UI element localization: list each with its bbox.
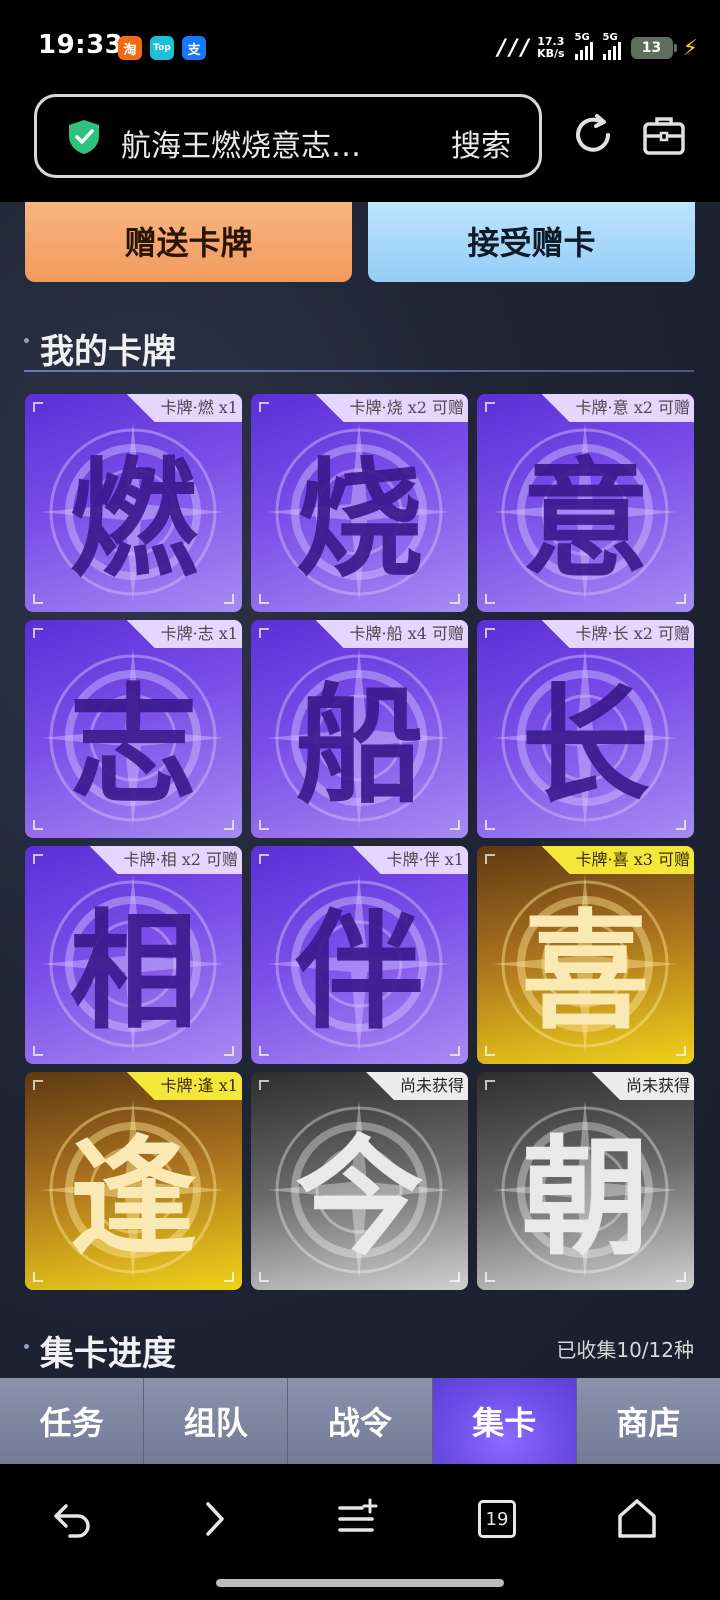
tab-任务[interactable]: 任务 (0, 1378, 145, 1464)
card-collection-page: 赠送卡牌 接受赠卡 我的卡牌 燃卡牌·燃 x1 烧卡牌·烧 x2 可赠意卡牌·意 … (0, 202, 720, 1378)
card-烧[interactable]: 烧卡牌·烧 x2 可赠 (251, 394, 468, 612)
card-character: 伴 (295, 896, 424, 1047)
card-长[interactable]: 长卡牌·长 x2 可赠 (477, 620, 694, 838)
address-bar[interactable]: 航海王燃烧意志… 搜索 (34, 94, 542, 178)
status-indicators: / / / 17.3 KB/s 5G 5G 13 ⚡ (498, 32, 698, 64)
tabs-count-icon[interactable]: 19 (478, 1500, 516, 1538)
browser-toolbar: 航海王燃烧意志… 搜索 (0, 92, 720, 202)
my-cards-title: 我的卡牌 (40, 332, 176, 372)
taobao-icon: 淘 (118, 36, 142, 60)
card-今[interactable]: 今尚未获得 (251, 1072, 468, 1290)
card-意[interactable]: 意卡牌·意 x2 可赠 (477, 394, 694, 612)
system-navigation-bar: 19 (0, 1464, 720, 1600)
card-志[interactable]: 志卡牌·志 x1 (25, 620, 242, 838)
card-伴[interactable]: 伴卡牌·伴 x1 (251, 846, 468, 1064)
card-character: 逢 (69, 1122, 198, 1273)
url-text[interactable]: 航海王燃烧意志… (121, 121, 361, 165)
title-dot (24, 1344, 29, 1349)
card-character: 相 (69, 896, 198, 1047)
tab-组队[interactable]: 组队 (144, 1378, 289, 1464)
card-character: 喜 (521, 896, 650, 1047)
progress-count: 已收集10/12种 (556, 1338, 694, 1362)
network-speed: 17.3 KB/s (537, 35, 565, 60)
accept-gift-button[interactable]: 接受赠卡 (368, 202, 695, 282)
alipay-icon: 支 (182, 36, 206, 60)
card-character: 意 (521, 444, 650, 595)
network-logo-icon: / / / (497, 35, 529, 61)
card-character: 长 (521, 670, 650, 821)
battery-icon: 13 (630, 37, 677, 59)
taopiaopiao-icon: Top (150, 36, 174, 60)
card-相[interactable]: 相卡牌·相 x2 可赠 (25, 846, 242, 1064)
charging-icon: ⚡ (682, 35, 698, 61)
refresh-icon[interactable] (570, 112, 616, 158)
card-character: 船 (295, 670, 424, 821)
title-divider (24, 370, 694, 372)
tab-战令[interactable]: 战令 (288, 1378, 433, 1464)
bottom-tab-bar: 任务 组队 战令 集卡 商店 (0, 1378, 720, 1464)
tab-商店[interactable]: 商店 (576, 1378, 720, 1464)
gift-cards-button[interactable]: 赠送卡牌 (25, 202, 352, 282)
card-grid: 燃卡牌·燃 x1 烧卡牌·烧 x2 可赠意卡牌·意 x2 可赠志卡牌·志 x1 船卡… (25, 394, 695, 1290)
card-喜[interactable]: 喜卡牌·喜 x3 可赠 (477, 846, 694, 1064)
card-character: 志 (69, 670, 198, 821)
card-朝[interactable]: 朝尚未获得 (477, 1072, 694, 1290)
card-character: 燃 (69, 444, 198, 595)
gesture-handle[interactable] (216, 1579, 504, 1587)
signal-2-icon: 5G (602, 32, 621, 60)
card-燃[interactable]: 燃卡牌·燃 x1 (25, 394, 242, 612)
status-bar: 19:33 淘 Top 支 / / / 17.3 KB/s 5G 5G 13 ⚡ (0, 0, 720, 92)
status-time: 19:33 (38, 30, 124, 60)
shield-check-icon (69, 120, 99, 154)
tab-集卡[interactable]: 集卡 (432, 1378, 577, 1464)
card-character: 烧 (295, 444, 424, 595)
toolbox-icon[interactable] (642, 114, 686, 156)
card-character: 朝 (521, 1122, 650, 1273)
back-icon[interactable] (48, 1494, 98, 1544)
forward-icon[interactable] (190, 1494, 240, 1544)
notification-icons: 淘 Top 支 (118, 36, 206, 60)
menu-icon[interactable] (332, 1494, 382, 1544)
search-button[interactable]: 搜索 (451, 121, 511, 165)
card-逢[interactable]: 逢卡牌·逢 x1 (25, 1072, 242, 1290)
card-character: 今 (295, 1122, 424, 1273)
progress-title: 集卡进度 (40, 1334, 176, 1374)
signal-1-icon: 5G (574, 32, 593, 60)
title-dot (24, 338, 29, 343)
card-船[interactable]: 船卡牌·船 x4 可赠 (251, 620, 468, 838)
home-icon[interactable] (612, 1494, 662, 1544)
